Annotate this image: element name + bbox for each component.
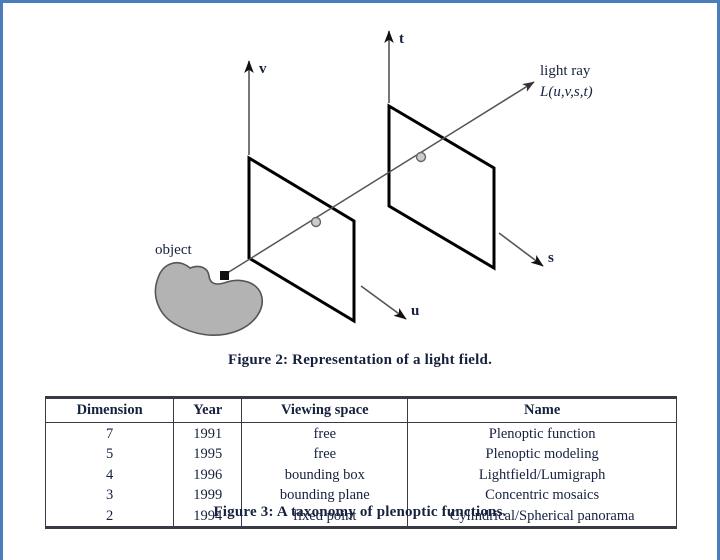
cell-dimension: 4 (44, 464, 175, 486)
cell-name: Concentric mosaics (407, 485, 677, 506)
cell-year: 1991 (173, 422, 243, 445)
cell-name: Lightfield/Lumigraph (407, 464, 677, 486)
cell-name: Plenoptic function (407, 422, 677, 445)
cell-year: 1995 (173, 444, 243, 465)
table-row: 5 1995 free Plenoptic modeling (44, 444, 677, 465)
cell-name: Plenoptic modeling (407, 444, 677, 465)
column-header-viewing-space: Viewing space (241, 399, 409, 423)
cell-dimension: 5 (44, 444, 175, 465)
cell-viewing-space: free (241, 422, 409, 445)
axis-s: s (498, 232, 554, 267)
table-header-row: Dimension Year Viewing space Name (44, 399, 677, 423)
cell-viewing-space: bounding box (241, 464, 409, 486)
table-bottom-rule (45, 526, 677, 530)
light-ray-label-line2: L(u,v,s,t) (539, 84, 593, 100)
column-header-name: Name (407, 399, 677, 423)
cell-dimension: 7 (44, 422, 175, 445)
table-row: 4 1996 bounding box Lightfield/Lumigraph (44, 464, 677, 486)
figure-3-block: Dimension Year Viewing space Name 7 1991… (3, 388, 717, 558)
axis-t-label: t (399, 31, 404, 47)
axis-v-label: v (259, 61, 267, 77)
cell-viewing-space: free (241, 444, 409, 465)
cell-dimension: 3 (44, 485, 175, 506)
table-row: 3 1999 bounding plane Concentric mosaics (44, 485, 677, 506)
axis-u-label: u (411, 303, 419, 319)
object-shape (154, 262, 263, 336)
figure-2-caption: Figure 2: Representation of a light fiel… (227, 352, 493, 368)
figure-3-caption: Figure 3: A taxonomy of plenoptic functi… (213, 504, 507, 520)
cell-year: 1999 (173, 485, 243, 506)
axis-u: u (360, 285, 419, 320)
uv-intersection-point (310, 216, 322, 228)
light-field-diagram: v t light ray L(u,v,s,t) object u s (154, 30, 593, 336)
column-header-year: Year (173, 399, 243, 423)
object-label: object (155, 242, 192, 258)
axis-s-label: s (548, 250, 554, 266)
figure-2-block: v t light ray L(u,v,s,t) object u s Figu… (3, 3, 717, 385)
cell-year: 1996 (173, 464, 243, 486)
light-ray (223, 81, 535, 276)
uv-plane (247, 155, 356, 324)
axis-t: t (384, 30, 404, 103)
document-page: v t light ray L(u,v,s,t) object u s Figu… (0, 0, 720, 560)
cell-viewing-space: bounding plane (241, 485, 409, 506)
st-intersection-point (415, 151, 427, 163)
object-point (220, 271, 229, 280)
table-row: 7 1991 free Plenoptic function (44, 422, 677, 445)
st-plane (387, 103, 496, 271)
light-ray-label-line1: light ray (540, 63, 591, 79)
column-header-dimension: Dimension (44, 399, 175, 423)
axis-v: v (244, 60, 267, 155)
